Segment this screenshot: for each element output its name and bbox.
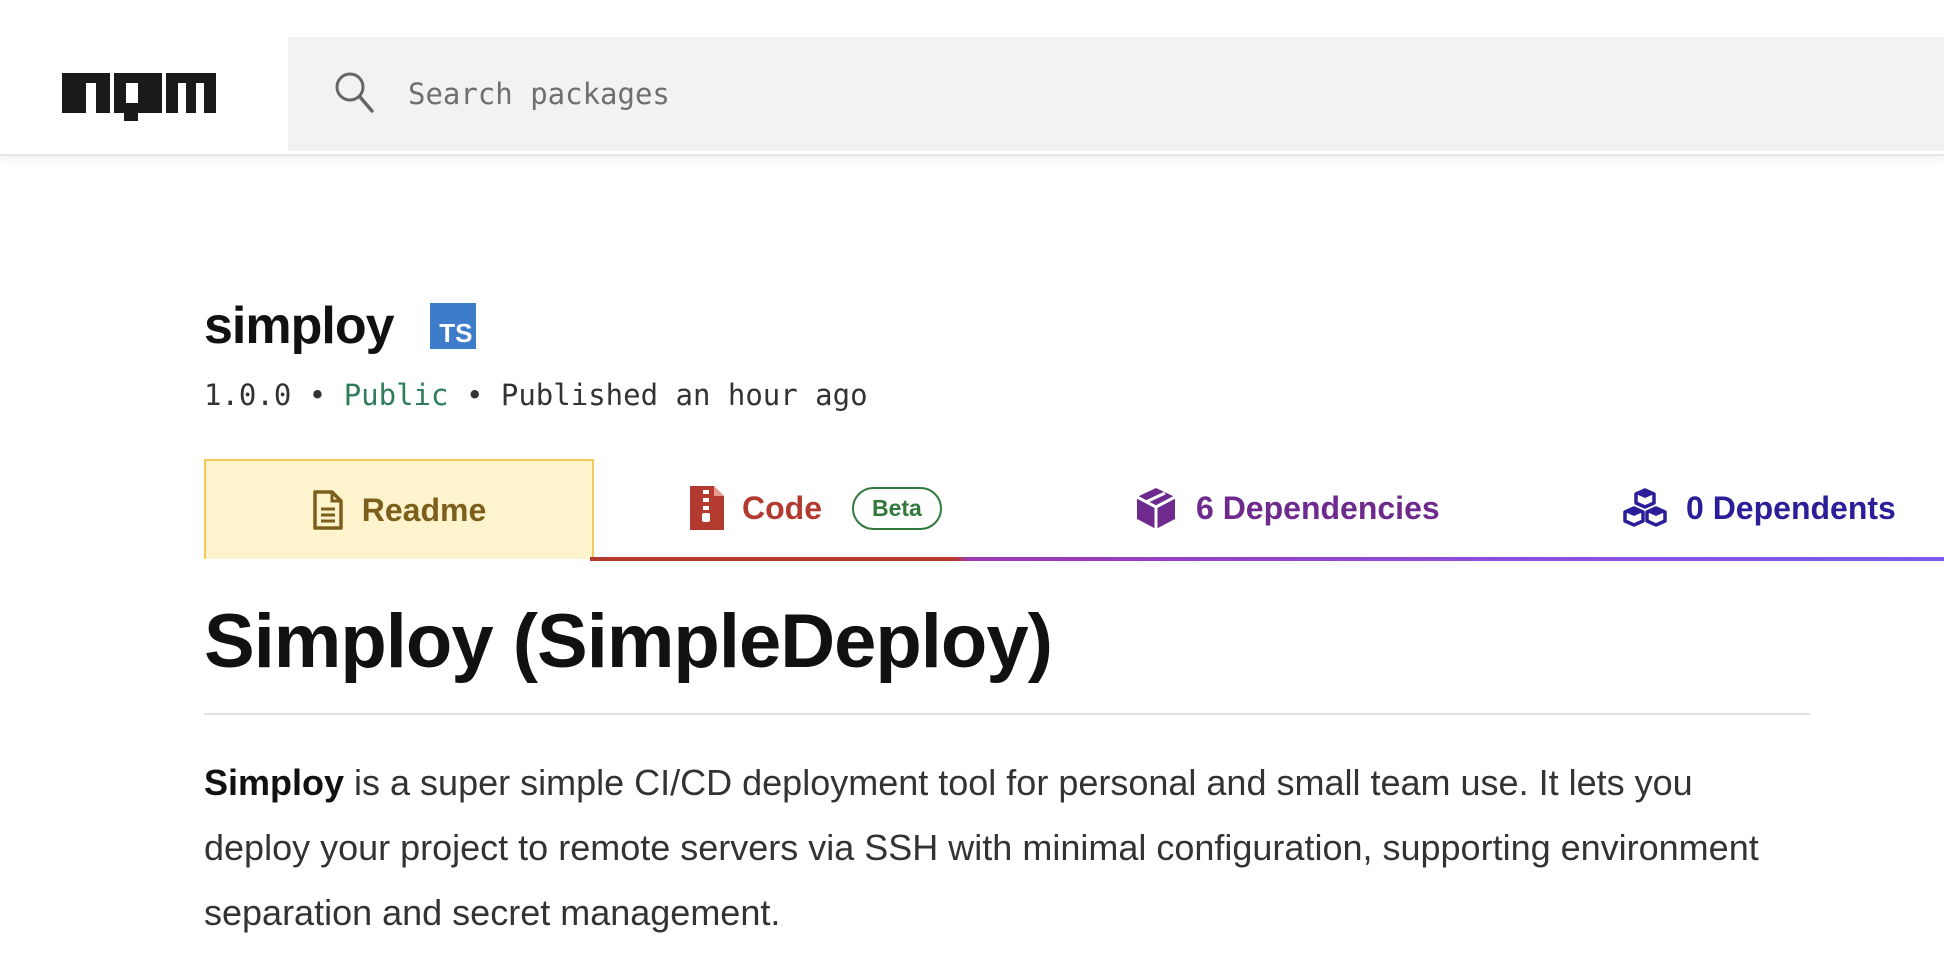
document-icon [313, 490, 343, 530]
readme-title: Simploy (SimpleDeploy) [204, 599, 1053, 684]
search-input[interactable] [406, 65, 1610, 123]
readme-intro-bold: Simploy [204, 762, 345, 803]
tab-dependents[interactable]: 0 Dependents [1622, 459, 1896, 557]
beta-badge: Beta [852, 486, 942, 530]
heading-divider [204, 713, 1810, 715]
package-meta: 1.0.0 • Public • Published an hour ago [204, 378, 868, 412]
typescript-icon: TS [429, 303, 476, 349]
meta-separator: • [465, 378, 484, 412]
package-tabs: Readme Code Beta 6 Dependencies 0 Depend… [204, 459, 1944, 561]
package-name: simploy [204, 297, 394, 355]
cubes-icon [1623, 488, 1667, 527]
tab-readme-label: Readme [361, 491, 487, 528]
tab-code-label: Code [742, 489, 822, 526]
box-icon [1136, 488, 1176, 529]
readme-intro-text: is a super simple CI/CD deployment tool … [204, 762, 1759, 933]
package-published: Published an hour ago [500, 378, 868, 412]
tab-dependencies-label: 6 Dependencies [1196, 489, 1440, 526]
tab-dependents-label: 0 Dependents [1686, 489, 1896, 526]
tab-code[interactable]: Code Beta [690, 459, 942, 557]
tab-dependencies[interactable]: 6 Dependencies [1134, 459, 1440, 557]
zip-file-icon [690, 486, 724, 530]
npm-logo-icon [62, 73, 216, 121]
search-icon [334, 71, 374, 117]
npm-logo[interactable] [62, 73, 216, 125]
package-title-row: simploy TS [204, 296, 476, 356]
tabs-underline [590, 557, 1944, 561]
tab-readme[interactable]: Readme [204, 459, 594, 559]
site-header [0, 0, 1944, 156]
package-visibility: Public [343, 378, 449, 412]
search-box[interactable] [288, 37, 1944, 151]
readme-intro: Simploy is a super simple CI/CD deployme… [204, 750, 1764, 945]
package-version: 1.0.0 [204, 378, 292, 412]
meta-separator: • [308, 378, 327, 412]
ts-badge-label: TS [439, 318, 473, 348]
